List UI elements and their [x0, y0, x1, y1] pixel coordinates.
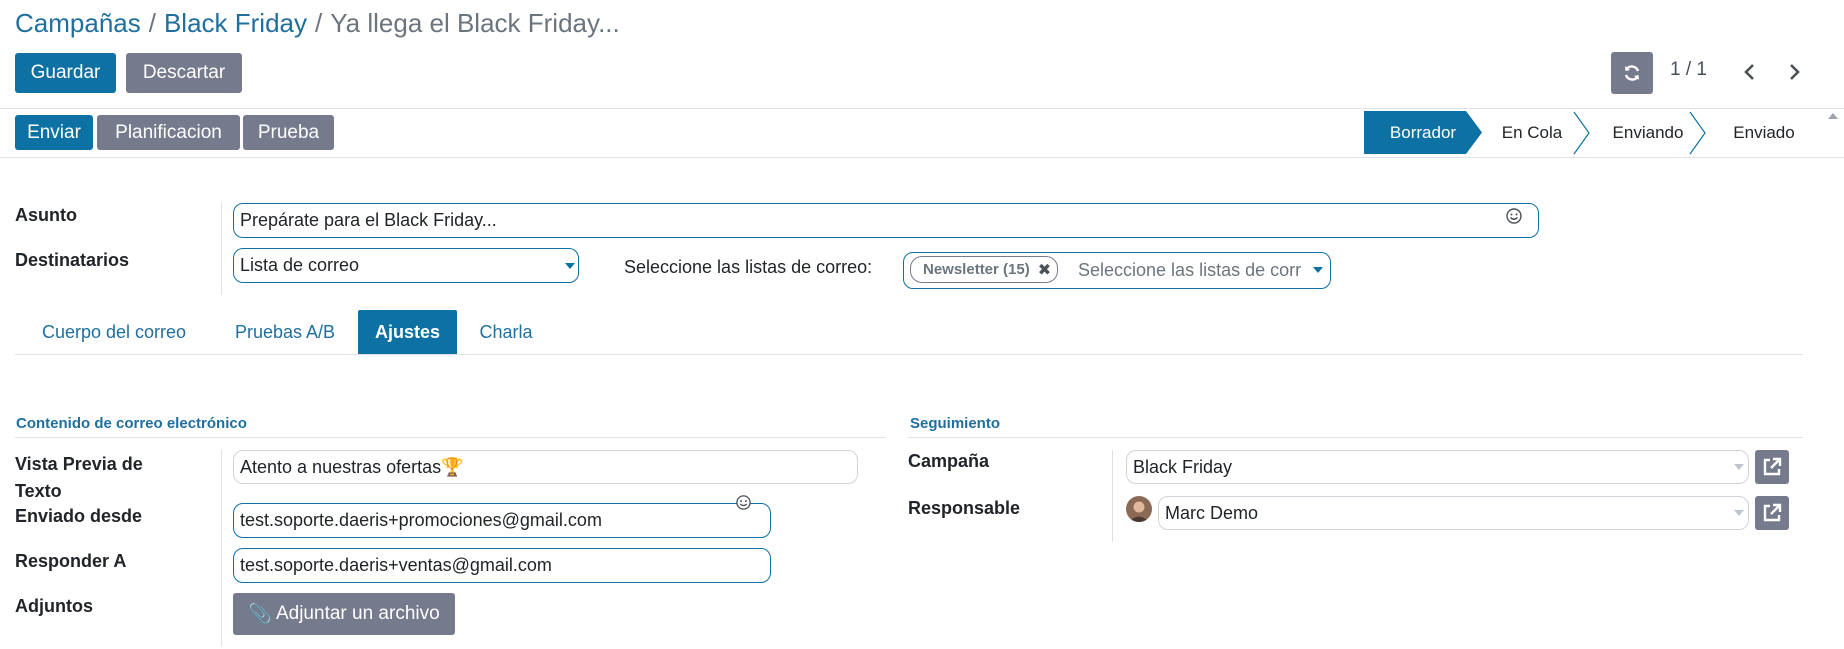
- recipients-select[interactable]: Lista de correo: [233, 248, 579, 283]
- section-divider: [908, 437, 1803, 438]
- chevron-left-icon: [1744, 64, 1754, 80]
- tracking-section-title: Seguimiento: [910, 415, 1001, 432]
- responsible-value: Marc Demo: [1165, 502, 1259, 523]
- preview-text-label: Vista Previa de Texto: [15, 454, 143, 501]
- field-divider: [221, 450, 222, 646]
- external-link-icon: [1763, 503, 1782, 522]
- emoji-icon[interactable]: [1505, 207, 1523, 225]
- paperclip-icon: 📎: [248, 604, 272, 625]
- breadcrumb-separator: /: [148, 8, 156, 38]
- reply-to-input[interactable]: test.soporte.daeris+ventas@gmail.com: [233, 548, 771, 583]
- reply-to-label: Responder A: [15, 551, 127, 571]
- field-divider: [1112, 450, 1113, 542]
- avatar: [1126, 496, 1152, 522]
- reply-to-value: test.soporte.daeris+ventas@gmail.com: [240, 555, 552, 575]
- external-link-icon: [1763, 457, 1782, 476]
- breadcrumb: Campañas / Black Friday / Ya llega el Black …: [15, 6, 620, 40]
- section-divider: [15, 437, 885, 438]
- tab-settings[interactable]: Ajustes: [358, 310, 457, 354]
- send-button[interactable]: Enviar: [15, 115, 93, 150]
- responsible-dropdown-caret[interactable]: [1734, 510, 1744, 516]
- tab-email-body[interactable]: Cuerpo del correo: [15, 310, 213, 354]
- stage-divider: [1689, 111, 1706, 155]
- preview-text-value: Atento a nuestras ofertas: [240, 456, 442, 477]
- discard-button[interactable]: Descartar: [126, 53, 242, 93]
- subject-value: Prepárate para el Black Friday...: [240, 210, 497, 230]
- test-button[interactable]: Prueba: [243, 115, 334, 150]
- subject-label: Asunto: [15, 205, 77, 225]
- recipients-dropdown-caret[interactable]: [565, 263, 575, 269]
- sent-from-input[interactable]: test.soporte.daeris+promociones@gmail.co…: [233, 503, 771, 538]
- attach-file-button[interactable]: 📎 Adjuntar un archivo: [233, 593, 455, 635]
- sent-from-label: Enviado desde: [15, 506, 143, 526]
- responsible-label: Responsable: [908, 498, 1021, 518]
- refresh-icon: [1624, 65, 1640, 81]
- field-divider: [221, 203, 222, 295]
- recipients-value: Lista de correo: [240, 255, 360, 275]
- mailing-lists-label: Seleccione las listas de correo:: [624, 257, 873, 277]
- campaign-label: Campaña: [908, 451, 990, 471]
- pager-previous-button[interactable]: [1738, 60, 1762, 84]
- refresh-button[interactable]: [1611, 52, 1653, 94]
- attachments-label: Adjuntos: [15, 596, 93, 616]
- responsible-external-link-button[interactable]: [1755, 496, 1789, 530]
- pager-next-button[interactable]: [1782, 60, 1806, 84]
- schedule-button[interactable]: Planificacion: [97, 115, 240, 150]
- breadcrumb-campaigns-link[interactable]: Campañas: [15, 8, 141, 38]
- stage-enviado[interactable]: Enviado: [1714, 111, 1814, 154]
- preview-text-input[interactable]: Atento a nuestras ofertas 🏆: [233, 450, 858, 484]
- remove-tag-icon[interactable]: ✖: [1038, 260, 1051, 280]
- breadcrumb-black-friday-link[interactable]: Black Friday: [164, 8, 307, 38]
- chevron-right-icon: [1790, 64, 1800, 80]
- stage-enviando[interactable]: Enviando: [1598, 111, 1698, 154]
- mailing-lists-dropdown-caret[interactable]: [1313, 267, 1323, 273]
- attach-file-label: Adjuntar un archivo: [275, 603, 440, 624]
- emoji-icon[interactable]: [735, 494, 752, 511]
- tabs-divider: [15, 354, 1803, 355]
- statusbar-divider-bottom: [0, 157, 1844, 158]
- pager-value[interactable]: 1 / 1: [1670, 59, 1707, 81]
- campaign-external-link-button[interactable]: [1755, 450, 1789, 484]
- breadcrumb-separator: /: [315, 8, 323, 38]
- save-button[interactable]: Guardar: [15, 53, 116, 93]
- tab-ab-tests[interactable]: Pruebas A/B: [222, 310, 348, 354]
- responsible-select[interactable]: Marc Demo: [1158, 496, 1749, 530]
- sent-from-value: test.soporte.daeris+promociones@gmail.co…: [240, 510, 602, 530]
- email-content-section-title: Contenido de correo electrónico: [16, 415, 247, 432]
- campaign-select[interactable]: Black Friday: [1126, 450, 1749, 484]
- newsletter-tag-label: Newsletter (15): [923, 261, 1030, 278]
- statusbar-divider-top: [0, 108, 1844, 109]
- trophy-icon: 🏆: [441, 456, 464, 477]
- mailing-lists-placeholder: Seleccione las listas de correo...: [1078, 260, 1302, 280]
- stage-borrador[interactable]: Borrador: [1364, 111, 1482, 154]
- campaign-value: Black Friday: [1133, 456, 1233, 477]
- breadcrumb-current: Ya llega el Black Friday...: [330, 8, 620, 38]
- tab-chatter[interactable]: Charla: [467, 310, 545, 354]
- newsletter-tag: Newsletter (15) ✖: [910, 256, 1059, 283]
- subject-input[interactable]: Prepárate para el Black Friday...: [233, 203, 1539, 238]
- scrollbar-up-arrow[interactable]: [1828, 113, 1838, 119]
- stage-divider: [1573, 111, 1590, 155]
- recipients-label: Destinatarios: [15, 250, 130, 270]
- stage-en-cola[interactable]: En Cola: [1482, 111, 1582, 154]
- campaign-dropdown-caret[interactable]: [1734, 464, 1744, 470]
